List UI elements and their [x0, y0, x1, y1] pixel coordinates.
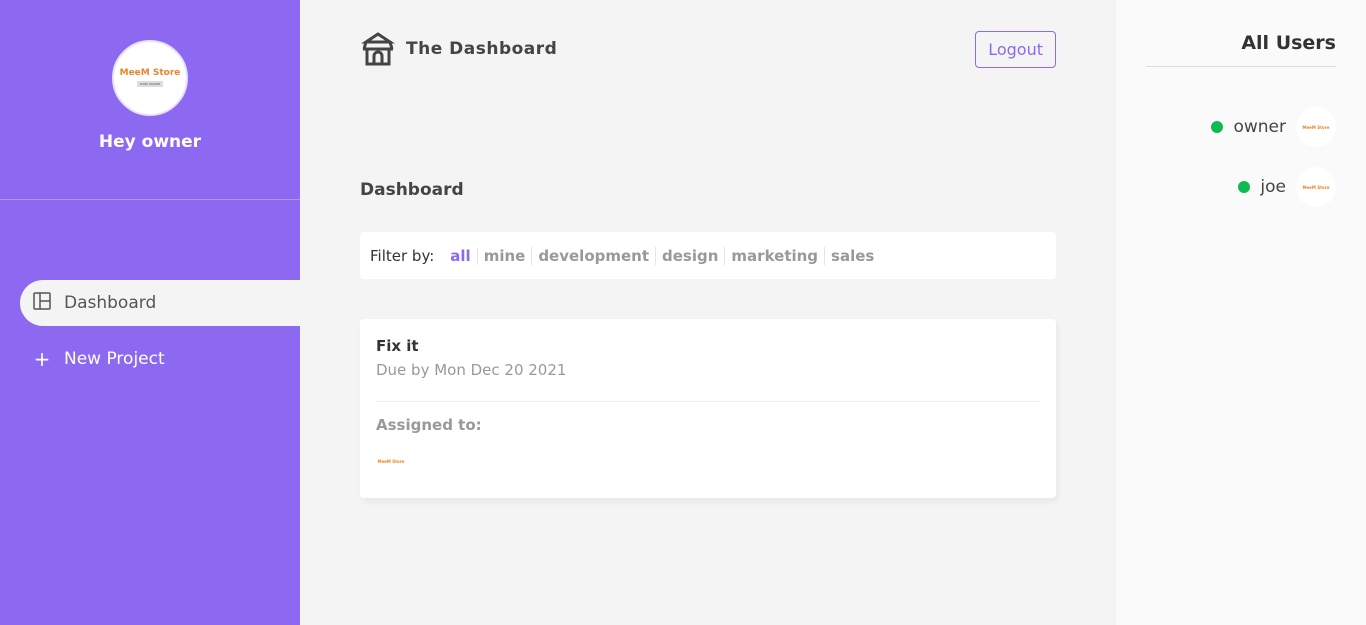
sidebar-item-dashboard[interactable]: Dashboard [20, 280, 300, 326]
online-indicator [1211, 121, 1224, 133]
sidebar-item-label: New Project [64, 349, 165, 369]
project-card[interactable]: Fix it Due by Mon Dec 20 2021 Assigned t… [360, 319, 1056, 498]
filter-design[interactable]: design [656, 246, 726, 265]
logo-text: MeeM Store [1302, 124, 1330, 130]
user-name: owner [1233, 117, 1286, 137]
profile: MeeM Store SHOP ONLINE Hey owner [0, 0, 300, 200]
avatar: MeeM Store SHOP ONLINE [112, 40, 188, 116]
main: The Dashboard Logout Dashboard Filter by… [360, 0, 1056, 498]
logo-text: MeeM Store [377, 458, 405, 464]
user-avatar: MeeM Store [1296, 107, 1336, 147]
online-indicator [1238, 181, 1251, 193]
logout-button[interactable]: Logout [975, 30, 1056, 68]
logo-sub: SHOP ONLINE [136, 81, 164, 87]
filter-sales[interactable]: sales [825, 247, 880, 265]
filter-mine[interactable]: mine [478, 246, 533, 265]
layout-icon [32, 291, 52, 315]
sidebar-item-label: Dashboard [64, 293, 157, 313]
project-name: Fix it [376, 337, 419, 355]
sidebar-item-new-project[interactable]: + New Project [20, 336, 300, 382]
assignee-avatar: MeeM Store [376, 446, 406, 476]
logo-text: MeeM Store [1302, 184, 1330, 190]
assigned-label: Assigned to: [376, 416, 482, 434]
logo-text: MeeM Store [119, 68, 181, 78]
user-avatar: MeeM Store [1296, 167, 1336, 207]
filter-label: Filter by: [370, 246, 435, 265]
temple-icon [361, 32, 395, 66]
filter-marketing[interactable]: marketing [725, 246, 826, 265]
brand: The Dashboard [360, 32, 557, 66]
users-panel: All Users owner MeeM Store joe MeeM Stor… [1116, 0, 1366, 625]
project-filter: Filter by: all mine development design m… [360, 232, 1056, 279]
page-title: Dashboard [360, 180, 464, 200]
app-title: The Dashboard [406, 39, 558, 59]
header: The Dashboard Logout [360, 0, 1056, 98]
plus-icon: + [33, 347, 51, 371]
user-item: joe MeeM Store [1146, 167, 1336, 207]
greeting: Hey owner [98, 132, 202, 152]
users-title: All Users [1146, 32, 1336, 67]
sidebar: MeeM Store SHOP ONLINE Hey owner Dashboa… [0, 0, 300, 625]
filter-all[interactable]: all [444, 246, 478, 265]
filter-development[interactable]: development [532, 246, 657, 265]
user-name: joe [1260, 177, 1286, 197]
user-item: owner MeeM Store [1146, 107, 1336, 147]
sidebar-nav: Dashboard + New Project [0, 280, 300, 382]
project-due: Due by Mon Dec 20 2021 [376, 361, 1040, 402]
